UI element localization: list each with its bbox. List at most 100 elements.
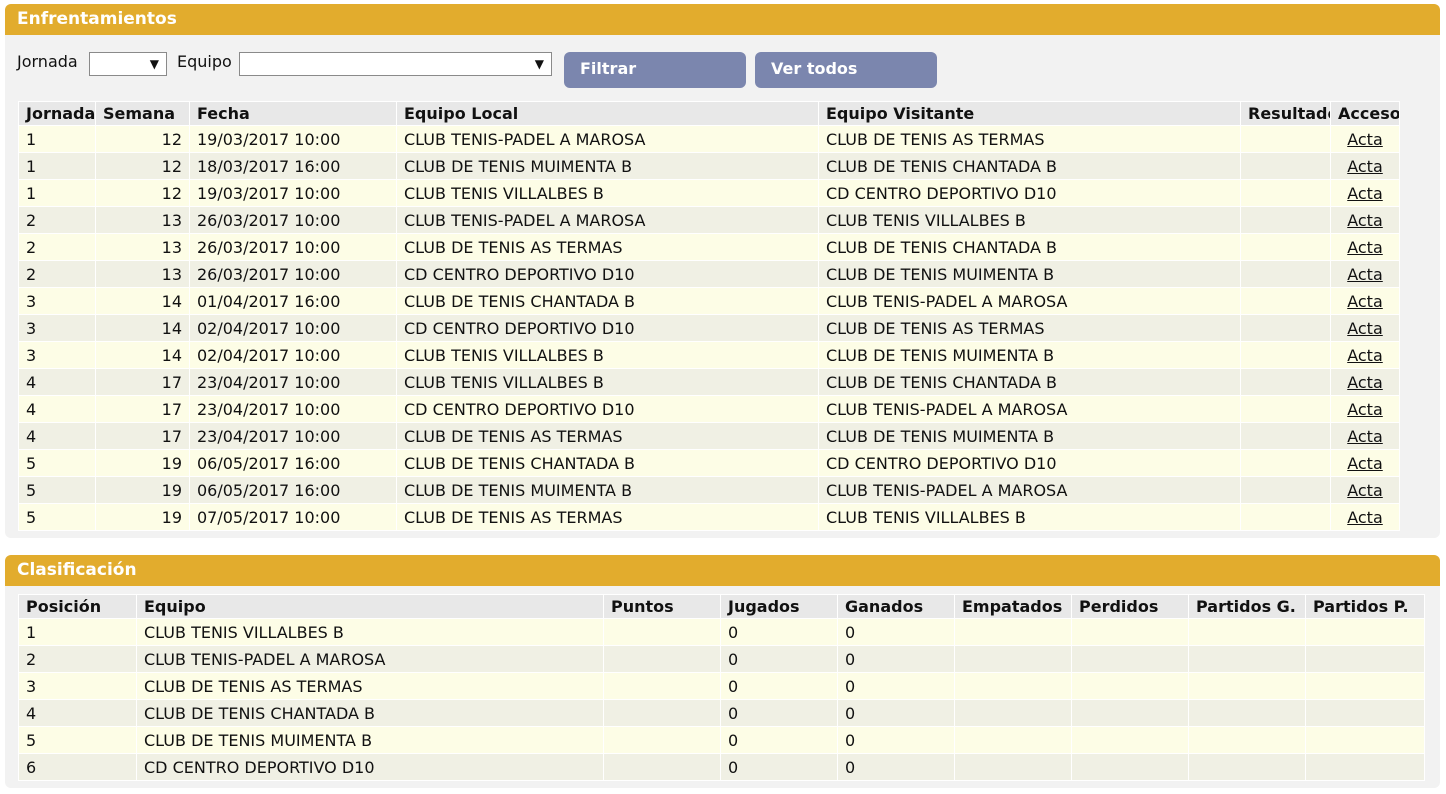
cell-fecha: 02/04/2017 10:00 bbox=[189, 314, 397, 342]
cell-partidos-p bbox=[1305, 726, 1425, 754]
cell-resultado bbox=[1240, 368, 1331, 396]
cell-equipo-local: CLUB TENIS-PADEL A MAROSA bbox=[396, 125, 819, 153]
cell-acceso: Acta bbox=[1330, 449, 1400, 477]
equipo-select[interactable]: ▼ bbox=[239, 52, 552, 76]
col-equipo[interactable]: Equipo bbox=[136, 594, 604, 619]
col-partidos-g[interactable]: Partidos G. bbox=[1188, 594, 1306, 619]
cell-jornada: 3 bbox=[18, 287, 96, 315]
match-row: 4 17 23/04/2017 10:00 CLUB DE TENIS AS TERM… bbox=[18, 422, 1400, 450]
cell-ganados: 0 bbox=[837, 726, 955, 754]
acta-link[interactable]: Acta bbox=[1347, 292, 1383, 311]
cell-posicion: 2 bbox=[18, 645, 137, 673]
cell-ganados: 0 bbox=[837, 699, 955, 727]
standings-table: Posición Equipo Puntos Jugados Ganados E… bbox=[18, 594, 1425, 781]
cell-jornada: 1 bbox=[18, 125, 96, 153]
matches-body: 1 12 19/03/2017 10:00 CLUB TENIS-PADEL A MA… bbox=[18, 125, 1400, 531]
acta-link[interactable]: Acta bbox=[1347, 454, 1383, 473]
matches-table: Jornada Semana Fecha Equipo Local Equipo… bbox=[18, 101, 1400, 531]
col-fecha[interactable]: Fecha bbox=[189, 101, 397, 126]
chevron-down-icon: ▼ bbox=[534, 57, 544, 71]
cell-resultado bbox=[1240, 449, 1331, 477]
cell-equipo: CLUB DE TENIS AS TERMAS bbox=[136, 672, 604, 700]
col-semana[interactable]: Semana bbox=[95, 101, 190, 126]
cell-equipo-local: CD CENTRO DEPORTIVO D10 bbox=[396, 395, 819, 423]
cell-semana: 14 bbox=[95, 341, 190, 369]
jornada-select[interactable]: ▼ bbox=[89, 52, 167, 76]
cell-empatados bbox=[954, 753, 1072, 781]
cell-partidos-p bbox=[1305, 699, 1425, 727]
cell-resultado bbox=[1240, 287, 1331, 315]
cell-equipo-local: CD CENTRO DEPORTIVO D10 bbox=[396, 314, 819, 342]
cell-equipo-visitante: CD CENTRO DEPORTIVO D10 bbox=[818, 179, 1241, 207]
cell-resultado bbox=[1240, 233, 1331, 261]
col-partidos-p[interactable]: Partidos P. bbox=[1305, 594, 1425, 619]
cell-semana: 13 bbox=[95, 233, 190, 261]
acta-link[interactable]: Acta bbox=[1347, 373, 1383, 392]
acta-link[interactable]: Acta bbox=[1347, 184, 1383, 203]
match-row: 1 12 19/03/2017 10:00 CLUB TENIS-PADEL A MA… bbox=[18, 125, 1400, 153]
cell-equipo-visitante: CLUB DE TENIS CHANTADA B bbox=[818, 152, 1241, 180]
acta-link[interactable]: Acta bbox=[1347, 319, 1383, 338]
cell-acceso: Acta bbox=[1330, 503, 1400, 531]
cell-posicion: 6 bbox=[18, 753, 137, 781]
col-posicion[interactable]: Posición bbox=[18, 594, 137, 619]
cell-partidos-g bbox=[1188, 618, 1306, 646]
equipo-label: Equipo bbox=[177, 52, 232, 71]
cell-fecha: 26/03/2017 10:00 bbox=[189, 233, 397, 261]
cell-equipo-local: CLUB DE TENIS AS TERMAS bbox=[396, 422, 819, 450]
acta-link[interactable]: Acta bbox=[1347, 427, 1383, 446]
col-resultado[interactable]: Resultado bbox=[1240, 101, 1331, 126]
cell-equipo-local: CLUB DE TENIS CHANTADA B bbox=[396, 449, 819, 477]
acta-link[interactable]: Acta bbox=[1347, 400, 1383, 419]
col-perdidos[interactable]: Perdidos bbox=[1071, 594, 1189, 619]
cell-acceso: Acta bbox=[1330, 341, 1400, 369]
col-puntos[interactable]: Puntos bbox=[603, 594, 721, 619]
col-jugados[interactable]: Jugados bbox=[720, 594, 838, 619]
col-equipo-visitante[interactable]: Equipo Visitante bbox=[818, 101, 1241, 126]
view-all-button[interactable]: Ver todos bbox=[755, 52, 937, 88]
acta-link[interactable]: Acta bbox=[1347, 211, 1383, 230]
match-row: 2 13 26/03/2017 10:00 CLUB DE TENIS AS TERM… bbox=[18, 233, 1400, 261]
cell-fecha: 26/03/2017 10:00 bbox=[189, 206, 397, 234]
match-row: 4 17 23/04/2017 10:00 CLUB TENIS VILLALBES … bbox=[18, 368, 1400, 396]
standings-row: 3 CLUB DE TENIS AS TERMAS 0 0 bbox=[18, 672, 1425, 700]
acta-link[interactable]: Acta bbox=[1347, 157, 1383, 176]
filter-button[interactable]: Filtrar bbox=[564, 52, 746, 88]
cell-resultado bbox=[1240, 395, 1331, 423]
acta-link[interactable]: Acta bbox=[1347, 130, 1383, 149]
cell-jornada: 5 bbox=[18, 449, 96, 477]
acta-link[interactable]: Acta bbox=[1347, 346, 1383, 365]
cell-empatados bbox=[954, 618, 1072, 646]
col-jornada[interactable]: Jornada bbox=[18, 101, 96, 126]
cell-perdidos bbox=[1071, 699, 1189, 727]
col-empatados[interactable]: Empatados bbox=[954, 594, 1072, 619]
cell-partidos-p bbox=[1305, 618, 1425, 646]
cell-puntos bbox=[603, 672, 721, 700]
match-row: 1 12 19/03/2017 10:00 CLUB TENIS VILLALBES … bbox=[18, 179, 1400, 207]
cell-semana: 12 bbox=[95, 152, 190, 180]
acta-link[interactable]: Acta bbox=[1347, 508, 1383, 527]
acta-link[interactable]: Acta bbox=[1347, 265, 1383, 284]
cell-semana: 12 bbox=[95, 179, 190, 207]
cell-equipo-visitante: CD CENTRO DEPORTIVO D10 bbox=[818, 449, 1241, 477]
clasificacion-title: Clasificación bbox=[5, 555, 1440, 586]
col-equipo-local[interactable]: Equipo Local bbox=[396, 101, 819, 126]
cell-partidos-p bbox=[1305, 672, 1425, 700]
match-row: 5 19 07/05/2017 10:00 CLUB DE TENIS AS TERM… bbox=[18, 503, 1400, 531]
acta-link[interactable]: Acta bbox=[1347, 481, 1383, 500]
cell-acceso: Acta bbox=[1330, 314, 1400, 342]
cell-fecha: 06/05/2017 16:00 bbox=[189, 449, 397, 477]
cell-jornada: 5 bbox=[18, 503, 96, 531]
cell-jugados: 0 bbox=[720, 672, 838, 700]
standings-row: 6 CD CENTRO DEPORTIVO D10 0 0 bbox=[18, 753, 1425, 781]
col-ganados[interactable]: Ganados bbox=[837, 594, 955, 619]
cell-fecha: 06/05/2017 16:00 bbox=[189, 476, 397, 504]
cell-jornada: 4 bbox=[18, 395, 96, 423]
acta-link[interactable]: Acta bbox=[1347, 238, 1383, 257]
cell-equipo-visitante: CLUB DE TENIS AS TERMAS bbox=[818, 125, 1241, 153]
standings-row: 1 CLUB TENIS VILLALBES B 00 bbox=[18, 618, 1425, 646]
col-acceso[interactable]: Acceso bbox=[1330, 101, 1400, 126]
cell-equipo-local: CLUB TENIS VILLALBES B bbox=[396, 179, 819, 207]
cell-perdidos bbox=[1071, 753, 1189, 781]
cell-acceso: Acta bbox=[1330, 422, 1400, 450]
